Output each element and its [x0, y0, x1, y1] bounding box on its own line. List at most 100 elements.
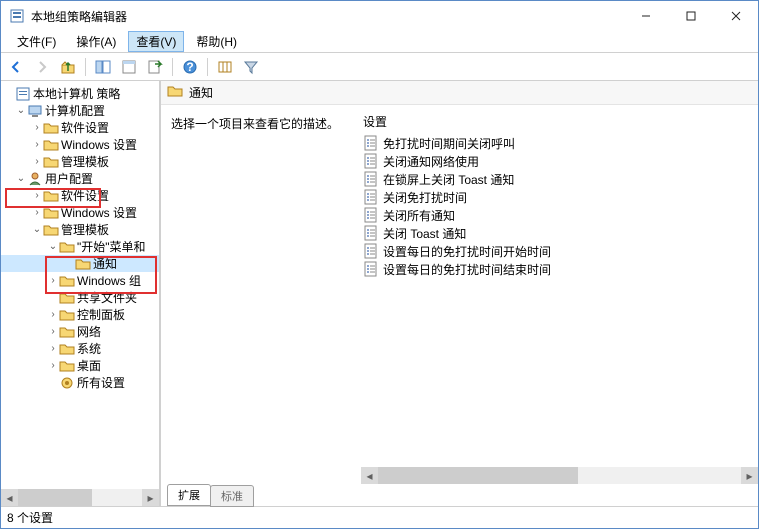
policy-item-icon: [363, 153, 379, 169]
expand-icon[interactable]: ›: [47, 275, 59, 286]
help-button[interactable]: ?: [179, 56, 201, 78]
menu-help[interactable]: 帮助(H): [188, 31, 245, 52]
setting-label: 在锁屏上关闭 Toast 通知: [383, 171, 514, 188]
tree-computer-config[interactable]: ⌄ 计算机配置: [1, 102, 159, 119]
collapse-icon[interactable]: ⌄: [47, 241, 59, 252]
expand-icon[interactable]: ›: [31, 190, 43, 201]
scroll-track[interactable]: [378, 467, 741, 484]
node-label: Windows 组: [77, 272, 141, 289]
back-button[interactable]: [5, 56, 27, 78]
node-label: Windows 设置: [61, 204, 137, 221]
scroll-track[interactable]: [18, 489, 142, 506]
expand-icon[interactable]: ›: [31, 122, 43, 133]
properties-button[interactable]: [118, 56, 140, 78]
tree-root[interactable]: 本地计算机 策略: [1, 85, 159, 102]
menu-view[interactable]: 查看(V): [128, 31, 184, 52]
settings-list[interactable]: 设置 免打扰时间期间关闭呼叫关闭通知网络使用在锁屏上关闭 Toast 通知关闭免…: [361, 105, 758, 484]
folder-icon: [59, 324, 75, 340]
setting-item[interactable]: 设置每日的免打扰时间开始时间: [361, 242, 758, 260]
node-label: 控制面板: [77, 306, 125, 323]
scroll-left-icon[interactable]: ◂: [1, 489, 18, 506]
setting-item[interactable]: 关闭通知网络使用: [361, 152, 758, 170]
setting-label: 关闭通知网络使用: [383, 153, 479, 170]
tree-system[interactable]: ›系统: [1, 340, 159, 357]
content-header: 通知: [161, 81, 758, 105]
toolbar-separator: [85, 58, 86, 76]
collapse-icon[interactable]: ⌄: [15, 105, 27, 116]
tree-windows-components[interactable]: › Windows 组: [1, 272, 159, 289]
node-label: Windows 设置: [61, 136, 137, 153]
setting-item[interactable]: 在锁屏上关闭 Toast 通知: [361, 170, 758, 188]
setting-item[interactable]: 关闭所有通知: [361, 206, 758, 224]
expand-icon[interactable]: ›: [47, 326, 59, 337]
collapse-icon[interactable]: ⌄: [15, 173, 27, 184]
setting-label: 关闭免打扰时间: [383, 189, 467, 206]
tree-all-settings[interactable]: 所有设置: [1, 374, 159, 391]
filter-button[interactable]: [240, 56, 262, 78]
collapse-icon[interactable]: ⌄: [31, 224, 43, 235]
folder-icon: [43, 120, 59, 136]
tree-cc-software[interactable]: ›软件设置: [1, 119, 159, 136]
svg-text:?: ?: [186, 60, 193, 74]
status-text: 8 个设置: [7, 509, 53, 526]
description-text: 选择一个项目来查看它的描述。: [171, 117, 339, 131]
tree-horizontal-scrollbar[interactable]: ◂ ▸: [1, 489, 159, 506]
tree-control-panel[interactable]: › 控制面板: [1, 306, 159, 323]
forward-button[interactable]: [31, 56, 53, 78]
up-button[interactable]: [57, 56, 79, 78]
setting-label: 关闭 Toast 通知: [383, 225, 466, 242]
node-label: 计算机配置: [45, 102, 105, 119]
policy-item-icon: [363, 225, 379, 241]
close-button[interactable]: [713, 1, 758, 31]
setting-item[interactable]: 免打扰时间期间关闭呼叫: [361, 134, 758, 152]
tree-cc-windows[interactable]: › Windows 设置: [1, 136, 159, 153]
tab-extended[interactable]: 扩展: [167, 484, 211, 506]
scroll-thumb[interactable]: [378, 467, 578, 484]
tree-desktop[interactable]: ›桌面: [1, 357, 159, 374]
tree-uc-windows[interactable]: › Windows 设置: [1, 204, 159, 221]
node-label: 本地计算机 策略: [33, 85, 120, 102]
content-horizontal-scrollbar[interactable]: ◂ ▸: [361, 467, 758, 484]
toolbar-separator: [172, 58, 173, 76]
main-area: 本地计算机 策略 ⌄ 计算机配置 ›软件设置 › Windows 设置 ›管理模板…: [1, 81, 758, 506]
setting-label: 设置每日的免打扰时间开始时间: [383, 243, 551, 260]
expand-icon[interactable]: ›: [47, 360, 59, 371]
tree-pane: 本地计算机 策略 ⌄ 计算机配置 ›软件设置 › Windows 设置 ›管理模板…: [1, 81, 161, 506]
computer-icon: [27, 103, 43, 119]
policy-icon: [15, 86, 31, 102]
tree-uc-software[interactable]: ›软件设置: [1, 187, 159, 204]
setting-label: 设置每日的免打扰时间结束时间: [383, 261, 551, 278]
tree-uc-admin[interactable]: ⌄管理模板: [1, 221, 159, 238]
policy-item-icon: [363, 261, 379, 277]
setting-item[interactable]: 关闭免打扰时间: [361, 188, 758, 206]
expand-icon[interactable]: ›: [47, 343, 59, 354]
show-hide-tree-button[interactable]: [92, 56, 114, 78]
scroll-left-icon[interactable]: ◂: [361, 467, 378, 484]
scroll-thumb[interactable]: [18, 489, 92, 506]
tree-view[interactable]: 本地计算机 策略 ⌄ 计算机配置 ›软件设置 › Windows 设置 ›管理模板…: [1, 81, 159, 489]
policy-item-icon: [363, 135, 379, 151]
column-header-setting[interactable]: 设置: [361, 109, 758, 134]
setting-item[interactable]: 关闭 Toast 通知: [361, 224, 758, 242]
scroll-right-icon[interactable]: ▸: [142, 489, 159, 506]
tree-network[interactable]: ›网络: [1, 323, 159, 340]
menu-action[interactable]: 操作(A): [68, 31, 124, 52]
maximize-button[interactable]: [668, 1, 713, 31]
folder-icon: [43, 222, 59, 238]
tree-user-config[interactable]: ⌄ 用户配置: [1, 170, 159, 187]
tree-cc-admin[interactable]: ›管理模板: [1, 153, 159, 170]
scroll-right-icon[interactable]: ▸: [741, 467, 758, 484]
menu-file[interactable]: 文件(F): [9, 31, 64, 52]
expand-icon[interactable]: ›: [31, 156, 43, 167]
setting-item[interactable]: 设置每日的免打扰时间结束时间: [361, 260, 758, 278]
tree-notifications[interactable]: 通知: [1, 255, 159, 272]
expand-icon[interactable]: ›: [47, 309, 59, 320]
tree-shared-folders[interactable]: 共享文件夹: [1, 289, 159, 306]
export-button[interactable]: [144, 56, 166, 78]
expand-icon[interactable]: ›: [31, 139, 43, 150]
view-options-button[interactable]: [214, 56, 236, 78]
expand-icon[interactable]: ›: [31, 207, 43, 218]
minimize-button[interactable]: [623, 1, 668, 31]
tab-standard[interactable]: 标准: [210, 485, 254, 507]
tree-start-menu[interactable]: ⌄"开始"菜单和: [1, 238, 159, 255]
